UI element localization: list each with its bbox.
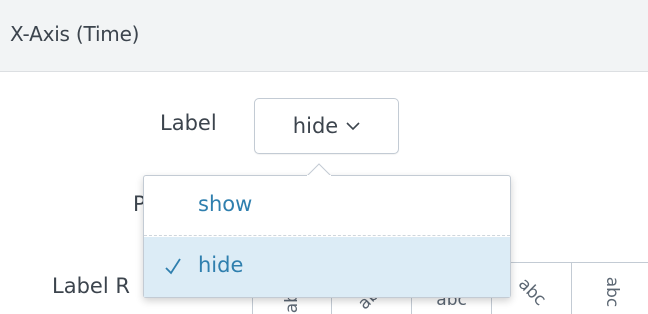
label-select-button[interactable]: hide [254,98,399,154]
rotation-option-90[interactable]: abc [572,262,648,314]
panel-header: X-Axis (Time) [0,0,648,72]
chevron-down-icon [346,122,360,131]
panel-title: X-Axis (Time) [10,22,140,46]
label-select-value: hide [292,114,339,138]
dropdown-option-show[interactable]: show [144,176,510,236]
dropdown-option-label: show [198,192,253,216]
label-dropdown-menu: show hide [143,175,511,298]
dropdown-option-label: hide [198,253,244,277]
label-rotation-label: Label R [52,274,130,298]
label-field-label: Label [160,111,217,135]
dropdown-caret [307,163,331,176]
dropdown-option-hide[interactable]: hide [144,237,510,297]
checkmark-icon [165,258,181,275]
